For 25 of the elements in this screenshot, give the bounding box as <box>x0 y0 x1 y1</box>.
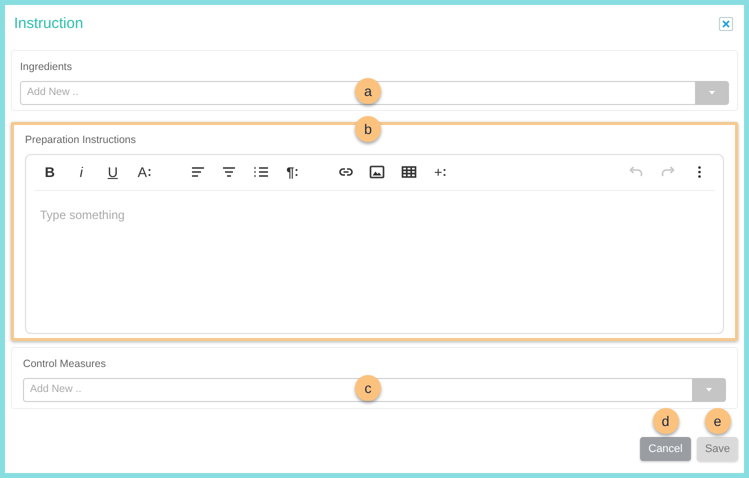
dots-icon <box>148 168 151 177</box>
close-button[interactable] <box>719 17 733 31</box>
field-label: Control Measures <box>23 357 107 372</box>
toolbar-button[interactable]: U <box>97 160 128 184</box>
image-icon <box>369 164 386 180</box>
toolbar-button[interactable]: ¶ <box>276 160 308 184</box>
callout-marker: d <box>652 408 678 434</box>
field-label: Preparation Instructions <box>25 133 137 148</box>
rich-text-editor[interactable]: B i U A ¶ + Type something <box>25 154 724 334</box>
editor-placeholder: Type something <box>39 206 126 224</box>
toolbar-button[interactable]: i <box>66 160 97 184</box>
toolbar-button[interactable]: A <box>128 160 160 184</box>
callout-marker: e <box>704 408 730 434</box>
dots-icon <box>295 168 298 177</box>
callout-marker: b <box>355 116 381 142</box>
toolbar-button[interactable]: + <box>424 160 456 184</box>
caret-icon <box>706 388 712 392</box>
more-icon <box>698 166 701 178</box>
field-label: Ingredients <box>20 60 73 75</box>
dots-icon <box>443 168 446 177</box>
close-icon <box>722 20 730 28</box>
dialog-title: Instruction <box>14 14 84 34</box>
caret-icon <box>709 90 715 95</box>
table-icon <box>400 164 417 180</box>
toolbar-button[interactable]: B <box>34 160 66 184</box>
